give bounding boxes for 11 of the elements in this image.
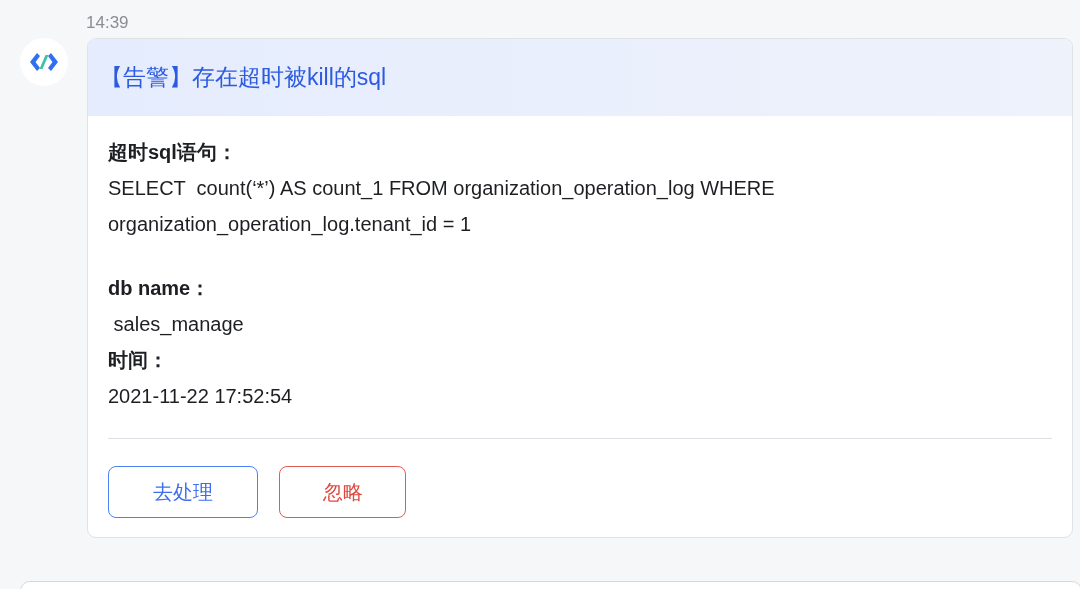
field-label: 时间： [108, 348, 169, 373]
message-time: 14:39 [86, 12, 130, 34]
ignore-button[interactable]: 忽略 [279, 466, 406, 518]
card-title: 【告警】存在超时被kill的sql [100, 63, 387, 92]
field-label: 超时sql语句： [108, 140, 238, 165]
field-value: sales_manage [112, 312, 245, 338]
code-logo-icon [29, 51, 59, 73]
field-label: db name： [108, 276, 212, 301]
field-value: SELECT count(‘*’) AS count_1 FROM organization_operation_log WHERE organization_operation_log.tenant_id = 1 [108, 176, 776, 238]
handle-button[interactable]: 去处理 [108, 466, 258, 518]
field-value: 2021-11-22 17:52:54 [108, 384, 294, 409]
